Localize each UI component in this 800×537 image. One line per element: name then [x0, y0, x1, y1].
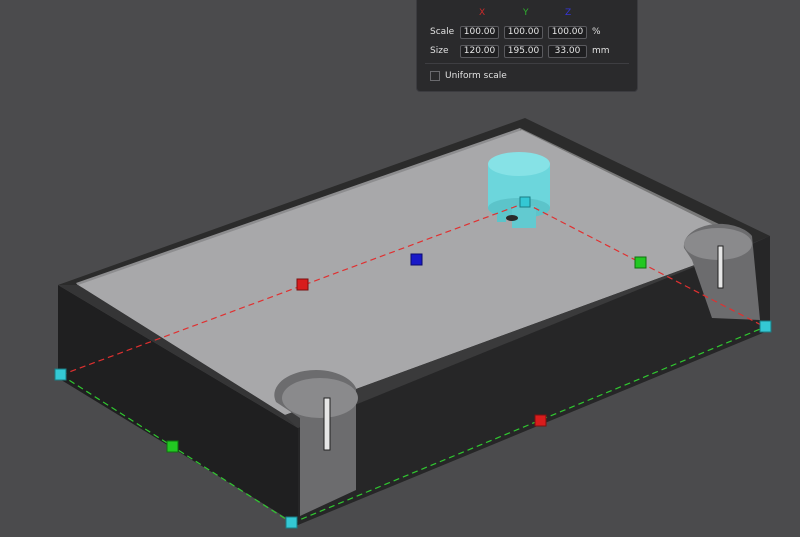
- size-label: Size: [430, 46, 449, 56]
- uniform-scale-checkbox[interactable]: [430, 71, 440, 81]
- z-handle-center[interactable]: [410, 253, 423, 266]
- slot-front: [323, 397, 331, 451]
- size-z-input[interactable]: [548, 45, 587, 58]
- slot-back: [717, 245, 724, 289]
- scale-y-input[interactable]: [504, 26, 543, 39]
- axis-z-label: Z: [565, 8, 572, 18]
- axis-y-label: Y: [523, 8, 529, 18]
- size-x-input[interactable]: [460, 45, 499, 58]
- x-handle-front[interactable]: [534, 414, 547, 427]
- uniform-scale-label: Uniform scale: [445, 71, 507, 81]
- y-handle-left[interactable]: [166, 440, 179, 453]
- axis-x-label: X: [479, 8, 486, 18]
- panel-divider: [425, 63, 629, 64]
- scale-label: Scale: [430, 27, 455, 37]
- corner-handle-left[interactable]: [54, 368, 67, 381]
- corner-handle-back[interactable]: [519, 196, 531, 208]
- scale-z-input[interactable]: [548, 26, 587, 39]
- y-handle-right[interactable]: [634, 256, 647, 269]
- selected-part-cylinder-top[interactable]: [488, 152, 550, 176]
- selected-part-tab[interactable]: [497, 206, 506, 222]
- cylinder-cutout-front-rim: [282, 378, 358, 418]
- size-y-input[interactable]: [504, 45, 543, 58]
- scale-x-input[interactable]: [460, 26, 499, 39]
- corner-handle-right[interactable]: [759, 320, 772, 333]
- 3d-viewport[interactable]: [0, 0, 800, 537]
- x-handle-back[interactable]: [296, 278, 309, 291]
- scale-panel: X Y Z Scale % Size mm Uniform scale: [416, 0, 638, 92]
- size-unit: mm: [592, 46, 610, 56]
- scale-unit: %: [592, 27, 601, 37]
- corner-handle-front[interactable]: [285, 516, 298, 529]
- selected-part-shadow: [506, 215, 518, 221]
